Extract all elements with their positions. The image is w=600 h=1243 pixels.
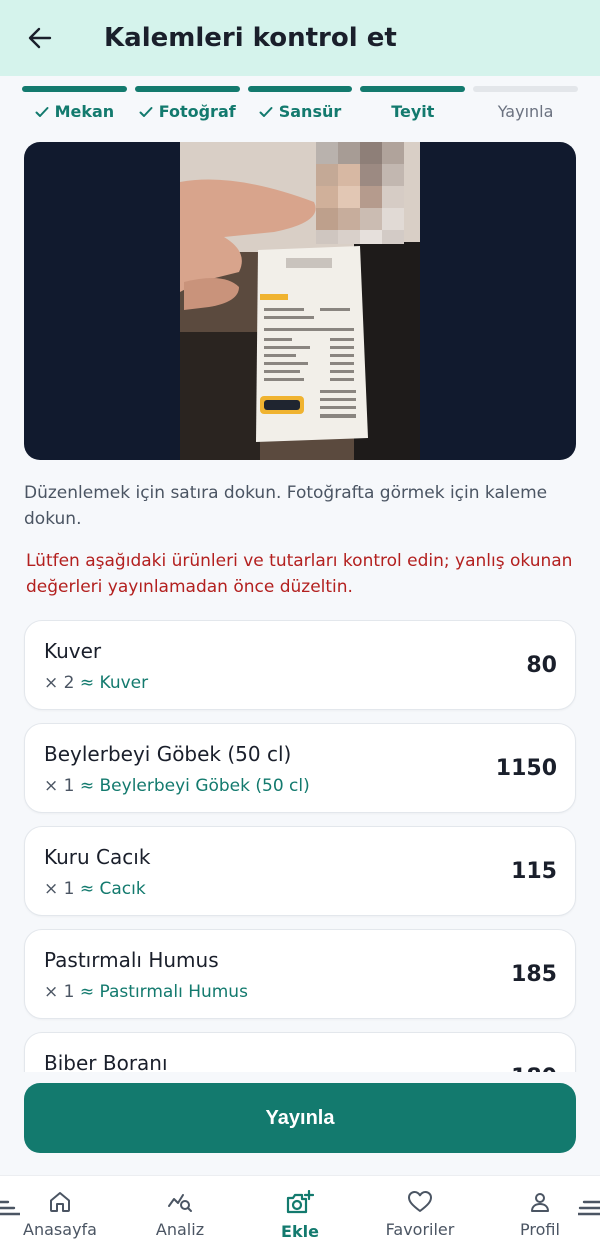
user-icon — [531, 1193, 549, 1212]
menu-edge-icon — [578, 1200, 600, 1216]
list-item[interactable]: Pastırmalı Humus × 1 ≈ Pastırmalı Humus … — [24, 929, 576, 1019]
helper-text: Düzenlemek için satıra dokun. Fotoğrafta… — [24, 483, 548, 529]
item-match: ≈ Kuver — [79, 673, 149, 693]
heart-icon — [408, 1191, 432, 1212]
list-item[interactable]: Biber Boranı 180 — [24, 1032, 576, 1072]
nav-profil[interactable]: Profil — [500, 1190, 580, 1239]
step-bar — [360, 86, 466, 92]
item-quantity: × 2 — [44, 673, 75, 693]
item-name: Kuver — [44, 639, 102, 663]
nav-favoriler[interactable]: Favoriler — [380, 1190, 460, 1239]
list-item[interactable]: Kuru Cacık × 1 ≈ Cacık 115 — [24, 826, 576, 916]
step-sansur: Sansür — [247, 86, 353, 121]
item-detail: × 1 ≈ Pastırmalı Humus — [44, 982, 248, 1002]
item-match: ≈ Beylerbeyi Göbek (50 cl) — [79, 776, 310, 796]
item-price: 185 — [511, 962, 557, 987]
warning-text: Lütfen aşağıdaki ürünleri ve tutarları k… — [26, 551, 573, 597]
nav-label: Ekle — [281, 1222, 319, 1241]
back-button[interactable] — [20, 18, 60, 58]
nav-label: Profil — [520, 1220, 560, 1239]
check-icon — [139, 106, 153, 117]
item-name: Beylerbeyi Göbek (50 cl) — [44, 742, 292, 766]
item-match: ≈ Cacık — [79, 879, 146, 899]
step-label: Mekan — [54, 102, 115, 121]
step-label: Fotoğraf — [158, 102, 236, 121]
step-yayinla: Yayınla — [473, 86, 578, 121]
nav-ekle[interactable]: Ekle — [260, 1190, 340, 1241]
step-bar — [134, 86, 240, 92]
item-detail: × 1 ≈ Cacık — [44, 879, 146, 899]
item-name: Biber Boranı — [44, 1051, 168, 1072]
step-bar — [247, 86, 353, 92]
step-fotograf: Fotoğraf — [134, 86, 240, 121]
menu-edge-icon — [0, 1200, 20, 1216]
item-price: 1150 — [495, 756, 557, 781]
item-quantity: × 1 — [44, 982, 75, 1002]
nav-home[interactable]: Anasayfa — [20, 1190, 100, 1239]
item-name: Pastırmalı Humus — [44, 948, 219, 972]
receipt-image — [180, 142, 420, 460]
item-detail: × 1 ≈ Beylerbeyi Göbek (50 cl) — [44, 776, 310, 796]
list-item[interactable]: Beylerbeyi Göbek (50 cl) × 1 ≈ Beylerbey… — [24, 723, 576, 813]
analytics-icon — [168, 1194, 192, 1212]
items-list[interactable]: Kuver × 2 ≈ Kuver 80 Beylerbeyi Göbek (5… — [0, 620, 600, 1072]
step-label: Teyit — [391, 102, 435, 121]
step-mekan: Mekan — [22, 86, 127, 121]
step-bar — [473, 86, 578, 92]
page-title: Kalemleri kontrol et — [104, 23, 397, 53]
app-header: Kalemleri kontrol et — [0, 0, 600, 76]
check-icon — [259, 106, 273, 117]
item-quantity: × 1 — [44, 776, 75, 796]
item-price: 80 — [526, 653, 557, 678]
item-price: 180 — [511, 1065, 557, 1072]
bottom-nav: Anasayfa Analiz Ekle Favoriler Profil — [0, 1175, 600, 1243]
nav-label: Analiz — [155, 1220, 205, 1239]
home-icon — [50, 1192, 70, 1212]
step-bar — [22, 86, 127, 92]
item-quantity: × 1 — [44, 879, 75, 899]
check-icon — [35, 106, 49, 117]
arrow-left-icon — [28, 27, 52, 49]
item-match: ≈ Pastırmalı Humus — [79, 982, 248, 1002]
item-detail: × 2 ≈ Kuver — [44, 673, 148, 693]
progress-stepper: Mekan Fotoğraf Sansür Teyit Yayınla — [22, 86, 578, 121]
receipt-photo[interactable] — [24, 142, 576, 460]
publish-button[interactable]: Yayınla — [24, 1083, 576, 1153]
nav-analiz[interactable]: Analiz — [140, 1190, 220, 1239]
item-price: 115 — [511, 859, 557, 884]
nav-label: Favoriler — [385, 1220, 455, 1239]
add-photo-icon — [286, 1190, 314, 1214]
step-teyit: Teyit — [360, 86, 466, 121]
nav-label: Anasayfa — [23, 1220, 97, 1239]
list-item[interactable]: Kuver × 2 ≈ Kuver 80 — [24, 620, 576, 710]
step-label: Sansür — [278, 102, 342, 121]
step-label: Yayınla — [497, 102, 554, 121]
item-name: Kuru Cacık — [44, 845, 151, 869]
